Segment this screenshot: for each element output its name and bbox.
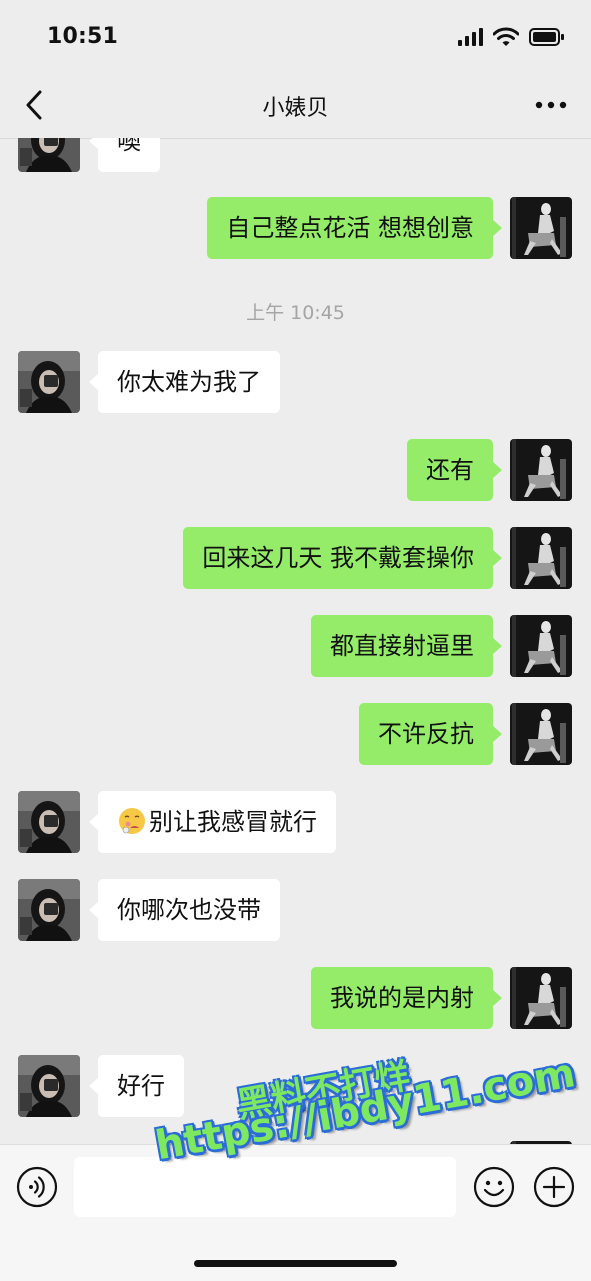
more-icon[interactable] — [531, 90, 571, 120]
avatar[interactable] — [510, 703, 572, 765]
message-row: 我说的是内射 — [0, 967, 591, 1029]
status-bar: 10:51 — [0, 0, 591, 72]
message-bubble[interactable]: 回来这几天 我不戴套操你 — [183, 527, 502, 589]
message-row: 别让我感冒就行 — [0, 791, 591, 853]
message-row: 回来这几天 我不戴套操你 — [0, 527, 591, 589]
message-row: 你哪次也没带 — [0, 879, 591, 941]
message-row: 自己整点花活 想想创意 — [0, 197, 591, 259]
timestamp: 上午 10:45 — [246, 302, 345, 324]
message-bubble[interactable]: 我说的是内射 — [311, 967, 502, 1029]
message-row: 都直接射逼里 — [0, 615, 591, 677]
message-input[interactable] — [74, 1157, 456, 1217]
message-text: 别让我感冒就行 — [149, 808, 317, 836]
message-bubble[interactable]: 不许反抗 — [359, 703, 502, 765]
message-bubble[interactable]: 还有 — [407, 439, 502, 501]
message-bubble[interactable]: 好行 — [89, 1055, 184, 1117]
chat-title: 小婊贝 — [262, 96, 329, 121]
message-row: 你太难为我了 — [0, 351, 591, 413]
message-row: 好行 — [0, 1055, 591, 1117]
emoji-icon[interactable] — [473, 1166, 515, 1208]
avatar[interactable] — [510, 527, 572, 589]
message-bubble[interactable]: 噢 — [89, 138, 160, 172]
message-bubble[interactable]: 自己整点花活 想想创意 — [207, 197, 502, 259]
message-row: 还有 — [0, 439, 591, 501]
wifi-icon — [493, 27, 519, 46]
avatar[interactable] — [18, 791, 80, 853]
voice-icon[interactable] — [16, 1166, 58, 1208]
input-bar — [0, 1144, 591, 1281]
avatar[interactable] — [510, 197, 572, 259]
message-bubble[interactable]: 都直接射逼里 — [311, 615, 502, 677]
message-row: 不许反抗 — [0, 703, 591, 765]
home-indicator — [194, 1260, 397, 1267]
signal-icon — [458, 28, 483, 46]
status-icons — [458, 26, 565, 48]
plus-icon[interactable] — [533, 1166, 575, 1208]
message-bubble[interactable]: 别让我感冒就行 — [89, 791, 336, 853]
avatar[interactable] — [510, 439, 572, 501]
avatar[interactable] — [18, 1055, 80, 1117]
message-row: 噢 — [0, 138, 591, 172]
battery-icon — [529, 28, 564, 46]
chat-header: 小婊贝 — [0, 72, 591, 139]
avatar[interactable] — [18, 138, 80, 172]
avatar[interactable] — [510, 615, 572, 677]
message-bubble[interactable]: 你太难为我了 — [89, 351, 280, 413]
sick-face-emoji-icon — [117, 806, 147, 836]
avatar[interactable] — [18, 351, 80, 413]
message-bubble[interactable]: 你哪次也没带 — [89, 879, 280, 941]
status-time: 10:51 — [47, 24, 119, 49]
message-list[interactable]: 噢 自己整点花活 想想创意 上午 10:45 你太难为我了 还有 回来这几天 我… — [0, 138, 591, 1144]
avatar[interactable] — [18, 879, 80, 941]
avatar[interactable] — [510, 967, 572, 1029]
